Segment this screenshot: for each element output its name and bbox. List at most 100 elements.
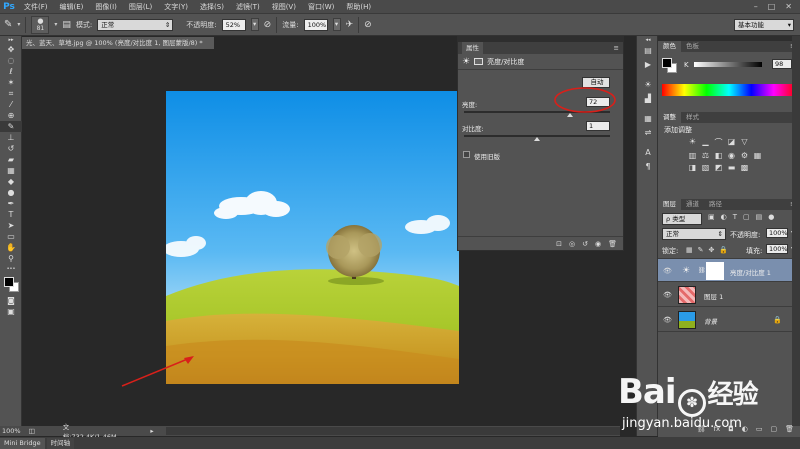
menu-image[interactable]: 图像(I) (89, 0, 123, 14)
tab-color[interactable]: 颜色 (658, 41, 681, 52)
filter-toggle-icon[interactable]: ● (768, 213, 774, 221)
visibility-eye-icon[interactable]: 👁 (663, 291, 672, 299)
layer-opacity-input[interactable]: 100% (766, 228, 788, 238)
path-selection-tool-icon[interactable]: ➤ (0, 220, 22, 231)
maximize-button[interactable]: □ (768, 2, 776, 11)
lasso-tool-icon[interactable]: ℓ (0, 66, 22, 77)
color-swatches[interactable] (0, 275, 22, 295)
history-brush-tool-icon[interactable]: ↺ (0, 143, 22, 154)
layer-row-brightness-contrast[interactable]: 👁 ☀ ⛓ 亮度/对比度 1 (658, 258, 800, 282)
character-panel-icon[interactable]: A (637, 146, 659, 160)
dropdown-caret-icon[interactable]: ▾ (54, 21, 57, 28)
tab-swatches[interactable]: 色板 (681, 41, 704, 52)
opacity-dropdown[interactable]: ▾ (250, 18, 259, 31)
invert-icon[interactable]: ◨ (686, 163, 699, 172)
flow-dropdown[interactable]: ▾ (332, 18, 341, 31)
filter-pixel-icon[interactable]: ▣ (708, 213, 715, 221)
brightness-panel-icon[interactable]: ☀ (637, 78, 659, 92)
dropdown-caret-icon[interactable]: ▾ (17, 21, 20, 28)
type-tool-icon[interactable]: T (0, 209, 22, 220)
brush-panel-icon[interactable]: ▤ (62, 20, 71, 30)
black-white-icon[interactable]: ◧ (712, 151, 725, 160)
selective-color-icon[interactable]: ▩ (738, 163, 751, 172)
actions-panel-icon[interactable]: ▶ (637, 58, 659, 72)
tab-channels[interactable]: 通道 (681, 199, 704, 210)
pressure-opacity-icon[interactable]: ⊘ (264, 20, 272, 30)
menu-type[interactable]: 文字(Y) (158, 0, 194, 14)
lock-transparency-icon[interactable]: ▦ (686, 246, 693, 254)
brush-presets-icon[interactable]: ▦ (637, 112, 659, 126)
lock-pixels-icon[interactable]: ✎ (698, 246, 704, 254)
k-slider[interactable] (694, 62, 762, 67)
filter-smart-icon[interactable]: ▤ (756, 213, 763, 221)
tab-paths[interactable]: 路径 (704, 199, 727, 210)
brush-tool-icon[interactable]: ✎ (0, 121, 22, 132)
move-tool-icon[interactable]: ✥ (0, 44, 22, 55)
menu-layer[interactable]: 图层(L) (123, 0, 158, 14)
eraser-tool-icon[interactable]: ▰ (0, 154, 22, 165)
tool-presets-icon[interactable]: ⇌ (637, 126, 659, 140)
hand-tool-icon[interactable]: ✋ (0, 242, 22, 253)
brush-size-picker[interactable]: ● 81 (31, 15, 50, 34)
view-previous-icon[interactable]: ◎ (569, 240, 575, 248)
panel-collapse-icon[interactable]: ◂◂ (637, 36, 659, 44)
foreground-color-swatch[interactable] (662, 58, 672, 68)
curves-icon[interactable]: ⌒ (712, 137, 725, 148)
paragraph-panel-icon[interactable]: ¶ (637, 160, 659, 174)
vibrance-icon[interactable]: ▽ (738, 137, 751, 148)
menu-filter[interactable]: 滤镜(T) (230, 0, 266, 14)
panel-collapse-icon[interactable]: ▸▸ (0, 36, 22, 44)
posterize-icon[interactable]: ▧ (699, 163, 712, 172)
photo-filter-icon[interactable]: ◉ (725, 151, 738, 160)
pen-tool-icon[interactable]: ✒ (0, 198, 22, 209)
menu-select[interactable]: 选择(S) (194, 0, 230, 14)
airbrush-icon[interactable]: ✈ (346, 20, 354, 30)
menu-view[interactable]: 视图(V) (266, 0, 302, 14)
filter-adjustment-icon[interactable]: ◐ (721, 213, 727, 221)
menu-file[interactable]: 文件(F) (18, 0, 54, 14)
shape-tool-icon[interactable]: ▭ (0, 231, 22, 242)
menu-window[interactable]: 窗口(W) (302, 0, 340, 14)
zoom-tool-icon[interactable]: ⚲ (0, 253, 22, 264)
clone-stamp-tool-icon[interactable]: ⊥ (0, 132, 22, 143)
foreground-color-swatch[interactable] (4, 277, 14, 287)
gradient-map-icon[interactable]: ▬ (725, 163, 738, 172)
color-lookup-icon[interactable]: ▦ (751, 151, 764, 160)
magic-wand-tool-icon[interactable]: ✶ (0, 77, 22, 88)
healing-brush-tool-icon[interactable]: ⊕ (0, 110, 22, 121)
workspace-select[interactable]: 基本功能 ▾ (734, 18, 794, 31)
opacity-input[interactable]: 52% (221, 18, 246, 31)
brush-tool-icon[interactable]: ✎ (4, 19, 12, 30)
color-balance-icon[interactable]: ⚖ (699, 151, 712, 160)
close-button[interactable]: ✕ (785, 2, 792, 11)
clip-to-layer-icon[interactable]: ⊡ (556, 240, 562, 248)
panel-menu-icon[interactable]: ≡ (614, 42, 623, 54)
link-icon[interactable]: ⛓ (698, 267, 706, 274)
layer-row-layer1[interactable]: 👁 图层 1 (658, 283, 800, 307)
quick-mask-icon[interactable]: ◙ (0, 295, 22, 306)
tab-styles[interactable]: 样式 (681, 112, 704, 123)
history-panel-icon[interactable]: ▤ (637, 44, 659, 58)
gradient-tool-icon[interactable]: ▦ (0, 165, 22, 176)
filter-type-icon[interactable]: T (733, 213, 737, 221)
levels-icon[interactable]: ▁ (699, 137, 712, 148)
tab-mini-bridge[interactable]: Mini Bridge (0, 437, 45, 449)
lock-position-icon[interactable]: ✥ (709, 246, 715, 254)
visibility-eye-icon[interactable]: 👁 (663, 316, 672, 324)
pressure-size-icon[interactable]: ⊘ (364, 20, 372, 30)
layer-row-background[interactable]: 👁 背景 🔒 (658, 308, 800, 332)
tab-adjustments[interactable]: 调整 (658, 112, 681, 123)
fill-input[interactable]: 100% (766, 244, 788, 254)
tab-layers[interactable]: 图层 (658, 199, 681, 210)
horizontal-scrollbar[interactable] (165, 427, 620, 435)
document-tab[interactable]: 光、蓝天、草地.jpg @ 100% (亮度/对比度 1, 图层蒙版/8) * (22, 37, 214, 49)
vertical-scrollbar[interactable] (792, 36, 800, 426)
marquee-tool-icon[interactable]: ◌ (0, 55, 22, 66)
document-canvas[interactable] (166, 91, 459, 384)
mask-icon[interactable] (474, 58, 484, 65)
color-spectrum[interactable] (662, 84, 796, 96)
visibility-eye-icon[interactable]: 👁 (663, 267, 672, 275)
hue-saturation-icon[interactable]: ▥ (686, 151, 699, 160)
k-input[interactable]: 98 (772, 59, 792, 69)
zoom-level[interactable]: 100% (2, 427, 21, 435)
